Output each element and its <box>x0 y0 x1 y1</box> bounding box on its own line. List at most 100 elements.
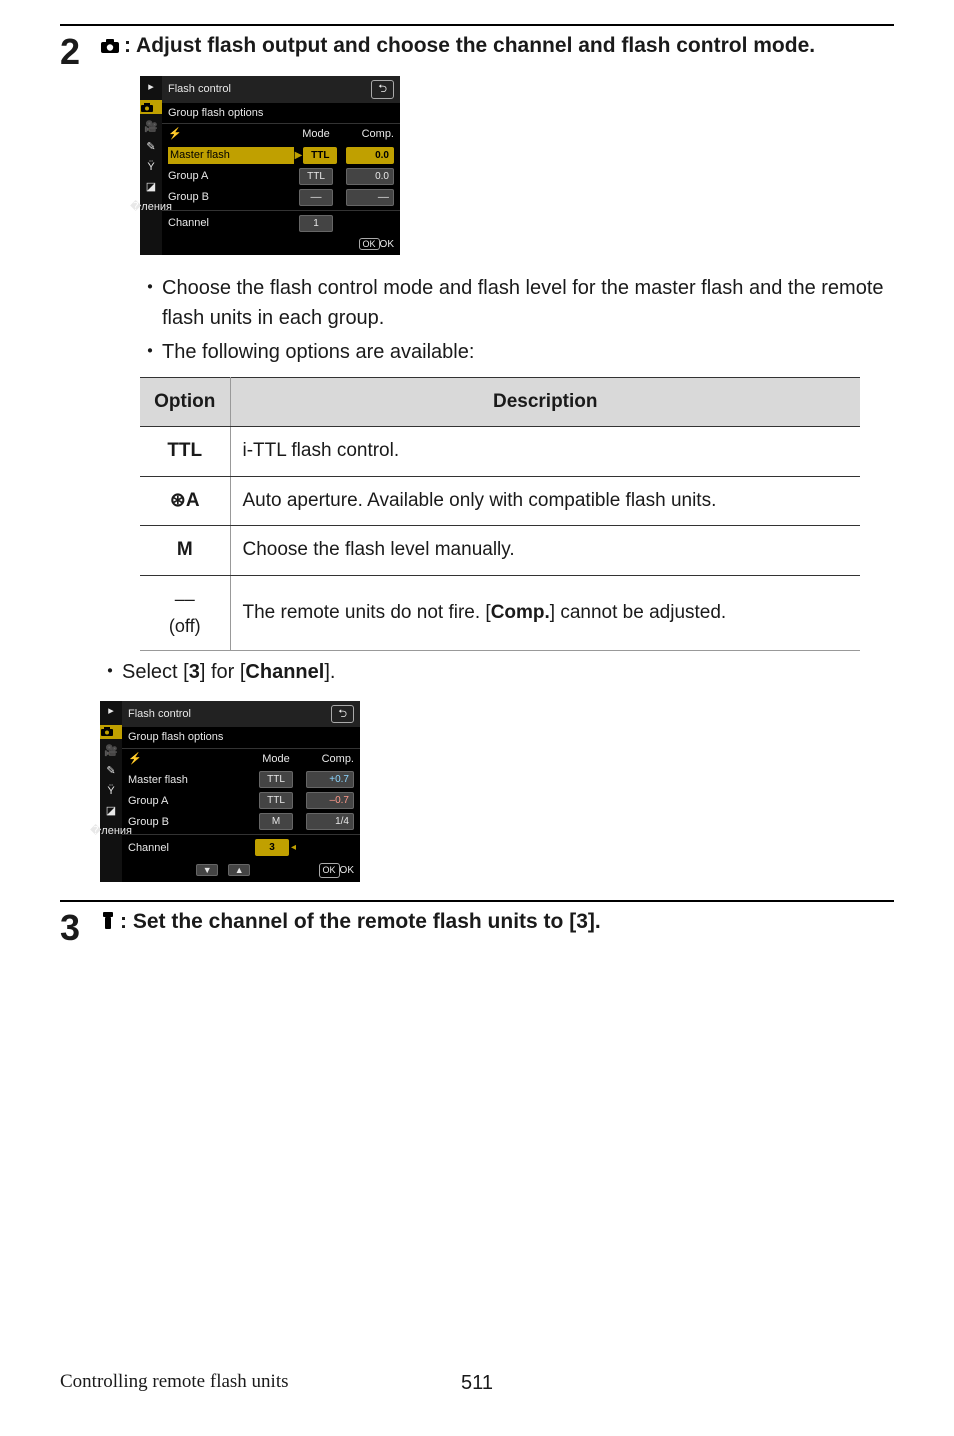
ok-row: OKOK <box>162 234 400 255</box>
channel-value: 3 <box>255 839 289 856</box>
off-glyph: –– <box>152 586 218 613</box>
tab-setup-icon: Ÿ <box>107 785 114 799</box>
table-row: TTL i-TTL flash control. <box>140 427 860 477</box>
tab-pencil-icon: ✎ <box>106 765 115 779</box>
row-channel[interactable]: Channel 3◂ <box>122 834 360 858</box>
screen-subhead: Group flash options <box>122 727 360 749</box>
flash-unit-icon <box>100 910 116 938</box>
step-number: 2 <box>60 32 100 72</box>
bullet: Select [3] for [Channel]. <box>100 657 894 687</box>
ok-button-icon[interactable]: OK <box>359 238 380 250</box>
table-row: –– (off) The remote units do not fire. [… <box>140 575 860 650</box>
tab-photo-icon <box>100 725 122 739</box>
comp-value: 0.0 <box>346 168 394 185</box>
flash-icon: ⚡ <box>128 751 254 768</box>
back-icon[interactable]: ⮌ <box>371 80 394 99</box>
row-group-a[interactable]: Group A TTL –0.7 <box>122 790 360 811</box>
comp-value: –– <box>346 189 394 206</box>
desc-bold: Comp. <box>491 602 550 623</box>
ok-label: OK <box>340 863 354 878</box>
desc-manual: Choose the flash level manually. <box>230 526 860 576</box>
tab-setup-icon: Ÿ <box>147 160 154 174</box>
row-label: Group B <box>128 814 254 831</box>
comp-value: 0.0 <box>346 147 394 164</box>
camera-screen-1: ▸ 🎥 ✎ Ÿ ◪ �ления Flash control ⮌ Group f… <box>140 76 400 255</box>
channel-label: Channel <box>128 840 254 857</box>
desc-ttl: i-TTL flash control. <box>230 427 860 477</box>
desc-text: ] cannot be adjusted. <box>550 602 726 623</box>
desc-text: The remote units do not fire. [ <box>243 602 491 623</box>
rule <box>60 900 894 902</box>
bullet-text: The following options are available: <box>162 337 894 367</box>
ok-button-icon[interactable]: OK <box>319 863 340 879</box>
cursor-icon: ◂ <box>291 842 296 853</box>
col-mode: Mode <box>294 126 338 143</box>
desc-auto-aperture: Auto aperture. Available only with compa… <box>230 476 860 526</box>
row-group-a[interactable]: Group A TTL 0.0 <box>162 166 400 187</box>
row-master-flash[interactable]: Master flash TTL +0.7 <box>122 769 360 790</box>
comp-value: 1/4 <box>306 813 354 830</box>
row-label: Group B <box>168 189 294 206</box>
bullet: Choose the flash control mode and flash … <box>140 273 894 333</box>
step-2-heading: : Adjust flash output and choose the cha… <box>100 32 894 62</box>
channel-value: 1 <box>299 215 333 232</box>
row-channel[interactable]: Channel 1 <box>162 210 400 234</box>
col-comp: Comp. <box>298 751 354 768</box>
mode-value: –– <box>299 189 333 206</box>
text-bold: Channel <box>245 661 324 683</box>
row-label: Group A <box>168 168 294 185</box>
cursor-icon: ▶ <box>295 150 303 161</box>
option-ttl: TTL <box>140 427 230 477</box>
mode-value: TTL <box>299 168 333 185</box>
down-arrow-icon[interactable]: ▼ <box>196 864 218 876</box>
back-icon[interactable]: ⮌ <box>331 705 354 724</box>
rule <box>60 24 894 26</box>
up-arrow-icon[interactable]: ▲ <box>228 864 250 876</box>
row-label: Master flash <box>128 772 254 789</box>
camera-screen-2: ▸ 🎥 ✎ Ÿ ◪ �ления Flash control ⮌ Group f… <box>100 701 360 883</box>
step-3-text: : Set the channel of the remote flash un… <box>120 910 601 933</box>
col-description: Description <box>230 377 860 427</box>
col-mode: Mode <box>254 751 298 768</box>
page-number: 511 <box>461 1368 493 1398</box>
step-number: 3 <box>60 908 100 948</box>
camera-icon <box>100 34 120 62</box>
tab-video-icon: 🎥 <box>104 745 118 759</box>
table-row: M Choose the flash level manually. <box>140 526 860 576</box>
mode-value: TTL <box>259 792 293 809</box>
comp-value: +0.7 <box>306 771 354 788</box>
ok-row: ▼ ▲ OKOK <box>122 858 360 882</box>
tab-retouch-icon: ◪ <box>106 805 116 819</box>
row-group-b[interactable]: Group B M 1/4 <box>122 811 360 832</box>
mode-value: TTL <box>303 147 337 164</box>
text: ]. <box>324 661 335 683</box>
bullet: The following options are available: <box>140 337 894 367</box>
ok-label: OK <box>380 239 394 250</box>
step-2: 2 : Adjust flash output and choose the c… <box>60 32 894 900</box>
options-table: Option Description TTL i-TTL flash contr… <box>140 377 860 651</box>
row-label: Group A <box>128 793 254 810</box>
row-master-flash[interactable]: Master flash ▶TTL 0.0 <box>162 145 400 166</box>
screen-subhead: Group flash options <box>162 103 400 125</box>
row-group-b[interactable]: Group B –– –– <box>162 187 400 208</box>
tab-playback-icon: ▸ <box>148 80 154 94</box>
off-label: (off) <box>152 613 218 640</box>
desc-off: The remote units do not fire. [Comp.] ca… <box>230 575 860 650</box>
step-2-text: : Adjust flash output and choose the cha… <box>124 34 815 57</box>
menu-sidebar: ▸ 🎥 ✎ Ÿ ◪ �ления <box>100 701 122 883</box>
step-3-heading: : Set the channel of the remote flash un… <box>100 908 894 938</box>
menu-sidebar: ▸ 🎥 ✎ Ÿ ◪ �ления <box>140 76 162 255</box>
step-3: 3 : Set the channel of the remote flash … <box>60 908 894 948</box>
mode-value: TTL <box>259 771 293 788</box>
tab-playback-icon: ▸ <box>108 705 114 719</box>
text-bold: 3 <box>189 661 200 683</box>
tab-retouch-icon: ◪ <box>146 180 156 194</box>
row-label: Master flash <box>168 147 294 164</box>
page-footer: Controlling remote flash units 511 <box>60 1368 894 1397</box>
col-option: Option <box>140 377 230 427</box>
option-manual: M <box>140 526 230 576</box>
screen-title: Flash control <box>128 706 191 723</box>
bullet-text: Select [3] for [Channel]. <box>122 657 894 687</box>
col-comp: Comp. <box>338 126 394 143</box>
option-auto-aperture: ⊛A <box>140 476 230 526</box>
